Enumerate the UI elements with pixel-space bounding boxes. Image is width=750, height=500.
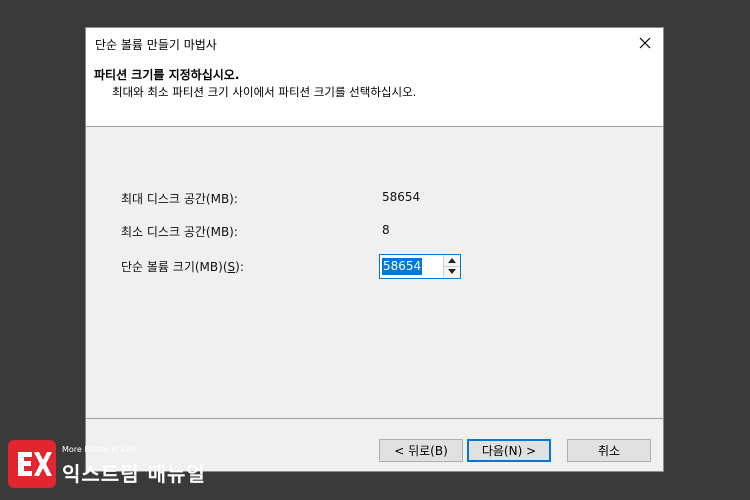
back-button[interactable]: < 뒤로(B) <box>379 439 463 462</box>
cancel-button[interactable]: 취소 <box>567 439 651 462</box>
title-bar: 단순 볼륨 만들기 마법사 <box>86 28 663 58</box>
footer-divider <box>86 418 663 419</box>
wizard-header: 파티션 크기를 지정하십시오. 최대와 최소 파티션 크기 사이에서 파티션 크… <box>86 58 663 126</box>
min-space-value: 8 <box>382 223 390 237</box>
volume-size-label-prefix: 단순 볼륨 크기(MB)( <box>121 260 228 274</box>
logo <box>8 440 56 488</box>
header-subtitle: 최대와 최소 파티션 크기 사이에서 파티션 크기를 선택하십시오. <box>112 85 417 99</box>
spin-down-button[interactable] <box>444 266 460 277</box>
header-divider <box>86 126 663 127</box>
spin-buttons <box>443 255 460 278</box>
max-space-label: 최대 디스크 공간(MB): <box>121 192 238 206</box>
volume-size-label-key: S <box>227 260 236 274</box>
brand-tagline: More Better IT Life <box>62 445 137 454</box>
volume-size-label-suffix: ): <box>235 260 244 274</box>
next-button[interactable]: 다음(N) > <box>467 439 551 462</box>
min-space-label: 최소 디스크 공간(MB): <box>121 225 238 239</box>
volume-size-label: 단순 볼륨 크기(MB)(S): <box>121 258 244 275</box>
close-icon <box>639 37 651 49</box>
header-title: 파티션 크기를 지정하십시오. <box>94 68 240 82</box>
volume-size-input[interactable]: 58654 <box>382 258 423 275</box>
brand-name: 익스트림 매뉴얼 <box>62 462 206 486</box>
volume-size-stepper[interactable]: 58654 <box>379 254 461 279</box>
spin-up-icon <box>448 258 456 263</box>
spin-down-icon <box>448 269 456 274</box>
close-button[interactable] <box>633 31 657 55</box>
window-title: 단순 볼륨 만들기 마법사 <box>95 38 217 52</box>
wizard-dialog: 단순 볼륨 만들기 마법사 파티션 크기를 지정하십시오. 최대와 최소 파티션… <box>85 27 664 472</box>
logo-icon <box>18 452 52 476</box>
max-space-value: 58654 <box>382 190 421 204</box>
